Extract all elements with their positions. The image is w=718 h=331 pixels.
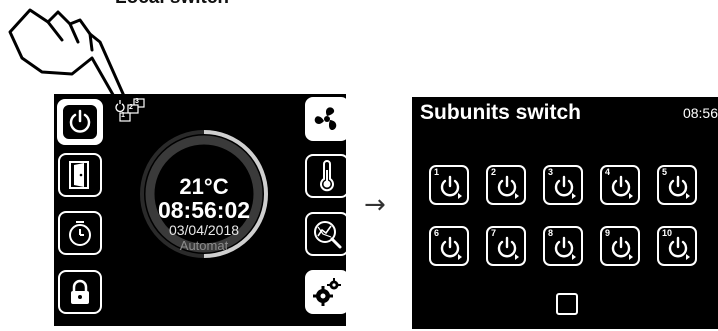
settings-button[interactable] (305, 270, 346, 314)
lock-icon (71, 279, 89, 304)
analytics-button[interactable] (305, 212, 346, 256)
power-icon (440, 175, 462, 199)
power-icon (497, 236, 519, 260)
subunit-button-6[interactable]: 6 (429, 226, 469, 266)
power-icon (668, 236, 690, 260)
timer-button[interactable] (58, 211, 102, 255)
subunit-button-8[interactable]: 8 (543, 226, 583, 266)
subunit-button-3[interactable]: 3 (543, 165, 583, 205)
thermometer-button[interactable] (305, 154, 346, 198)
subunit-button-5[interactable]: 5 (657, 165, 697, 205)
page-title: Subunits switch (420, 101, 582, 124)
power-button[interactable] (57, 99, 103, 145)
power-icon (554, 236, 576, 260)
subunits-screen: Subunits switch 08:56 1 2 3 4 5 6 7 8 9 10 (412, 97, 718, 329)
power-icon (440, 236, 462, 260)
subunit-button-7[interactable]: 7 (486, 226, 526, 266)
thermometer-icon (320, 160, 334, 192)
select-all-checkbox[interactable] (556, 293, 578, 315)
subunit-indicator-2: 2 (129, 104, 133, 111)
power-icon (554, 175, 576, 199)
date-readout: 03/04/2018 (168, 222, 240, 238)
time-readout: 08:56:02 (157, 197, 251, 223)
subunits-icon (115, 98, 145, 122)
fan-icon (314, 107, 337, 130)
door-button[interactable] (58, 153, 102, 197)
power-icon (668, 175, 690, 199)
subunit-button-10[interactable]: 10 (657, 226, 697, 266)
door-icon (69, 161, 89, 189)
transition-arrow: → (364, 190, 386, 220)
power-icon (497, 175, 519, 199)
clock: 08:56 (682, 105, 718, 121)
magnifier-chart-icon (314, 221, 342, 249)
power-button-inner (61, 103, 99, 141)
power-icon (69, 109, 91, 133)
controller-screen: 3 2 1 21°C 08:56:02 03/04/2018 Automat (54, 94, 346, 326)
subunit-button-9[interactable]: 9 (600, 226, 640, 266)
subunit-indicator-1: 1 (121, 112, 125, 119)
subunit-button-4[interactable]: 4 (600, 165, 640, 205)
gears-icon (313, 278, 341, 306)
subunit-indicator-3: 3 (135, 98, 139, 105)
subunit-button-1[interactable]: 1 (429, 165, 469, 205)
stopwatch-icon (69, 221, 91, 246)
lock-button[interactable] (58, 270, 102, 314)
fan-button[interactable] (305, 97, 346, 141)
subunit-button-2[interactable]: 2 (486, 165, 526, 205)
pointing-hand-icon (8, 8, 126, 102)
mode-readout: Automat (179, 238, 229, 253)
power-icon (611, 175, 633, 199)
power-icon (611, 236, 633, 260)
